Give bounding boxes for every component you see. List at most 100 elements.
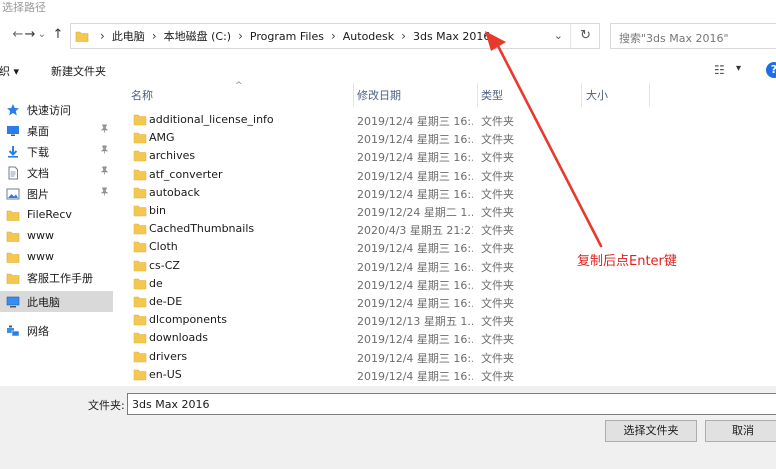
- column-divider[interactable]: [353, 83, 354, 107]
- sidebar-item[interactable]: 图片: [0, 183, 113, 204]
- command-toolbar: 组织 ▾ 新建文件夹 ☷ ▾ ?: [0, 55, 776, 83]
- address-bar[interactable]: › 此电脑 › 本地磁盘 (C:) › Program Files › Autodesk › 3d…: [70, 23, 600, 49]
- sidebar-item-label: 快速访问: [27, 103, 71, 117]
- sidebar-item[interactable]: www: [0, 246, 113, 267]
- file-modified-date: 2019/12/4 星期三 16:...: [357, 297, 473, 310]
- breadcrumb-separator-icon[interactable]: ›: [331, 29, 336, 43]
- table-row[interactable]: bin 2019/12/24 星期二 1... 文件夹: [125, 202, 776, 220]
- refresh-icon[interactable]: ↻: [580, 28, 591, 43]
- sidebar-item-label: www: [27, 229, 54, 242]
- column-divider[interactable]: [581, 83, 582, 107]
- column-header-name[interactable]: 名称: [131, 87, 153, 103]
- sort-ascending-icon: ^: [235, 81, 243, 91]
- organize-button[interactable]: 组织 ▾: [0, 63, 19, 79]
- breadcrumb-item[interactable]: 3ds Max 2016: [413, 30, 490, 43]
- folder-name-input[interactable]: [127, 393, 776, 415]
- table-row[interactable]: archives 2019/12/4 星期三 16:... 文件夹: [125, 147, 776, 165]
- file-name: drivers: [149, 349, 188, 363]
- table-row[interactable]: atf_converter 2019/12/4 星期三 16:... 文件夹: [125, 166, 776, 184]
- file-name: autoback: [149, 185, 200, 199]
- breadcrumb-separator-icon[interactable]: ›: [100, 29, 105, 43]
- file-modified-date: 2019/12/4 星期三 16:...: [357, 260, 473, 274]
- column-divider[interactable]: [477, 83, 478, 107]
- up-arrow-icon[interactable]: ↑: [50, 27, 66, 43]
- search-input[interactable]: 搜索"3ds Max 2016": [610, 23, 776, 49]
- file-list: ^ 名称 修改日期 类型 大小 additional_license_info 2…: [125, 81, 776, 386]
- cancel-button[interactable]: 取消: [705, 420, 776, 442]
- view-options-icon[interactable]: ☷: [714, 63, 725, 77]
- sidebar-item[interactable]: 此电脑: [0, 291, 113, 312]
- select-folder-button[interactable]: 选择文件夹: [605, 420, 697, 442]
- table-row[interactable]: CachedThumbnails 2020/4/3 星期五 21:21 文件夹: [125, 220, 776, 238]
- navigation-bar: ← → ⌄ ↑ › 此电脑 › 本地磁盘 (C:) › Program Files › Aut…: [0, 17, 776, 55]
- sidebar-item-label: 此电脑: [27, 295, 60, 309]
- table-row[interactable]: autoback 2019/12/4 星期三 16:... 文件夹: [125, 184, 776, 202]
- table-row[interactable]: additional_license_info 2019/12/4 星期三 16:…: [125, 111, 776, 129]
- breadcrumb-separator-icon[interactable]: ›: [152, 29, 157, 43]
- sidebar-item[interactable]: 快速访问: [0, 99, 113, 120]
- pin-icon: [100, 187, 109, 199]
- breadcrumb-item[interactable]: 本地磁盘 (C:): [164, 28, 231, 44]
- breadcrumb-separator-icon[interactable]: ›: [401, 29, 406, 43]
- title-bar: 选择路径: [0, 0, 776, 16]
- sidebar-item-label: 桌面: [27, 124, 49, 138]
- file-type: 文件夹: [481, 260, 514, 274]
- file-modified-date: 2019/12/24 星期二 1...: [357, 206, 473, 219]
- file-type: 文件夹: [481, 151, 514, 165]
- help-icon[interactable]: ?: [766, 62, 776, 78]
- folder-icon: [133, 369, 147, 381]
- file-name: additional_license_info: [149, 113, 274, 126]
- folder-icon: [133, 169, 147, 180]
- folder-icon: [133, 278, 147, 290]
- file-name: Cloth: [149, 240, 178, 254]
- file-name: de-DE: [149, 295, 183, 308]
- recent-locations-icon[interactable]: ⌄: [34, 27, 50, 43]
- sidebar-item[interactable]: 桌面: [0, 120, 113, 141]
- breadcrumb: › 此电脑 › 本地磁盘 (C:) › Program Files › Autodesk › 3d…: [93, 24, 490, 48]
- file-name: en-US: [149, 367, 182, 381]
- sidebar-item[interactable]: 下载: [0, 141, 113, 162]
- column-header-modified[interactable]: 修改日期: [357, 87, 401, 103]
- pin-icon: [100, 145, 109, 157]
- file-type: 文件夹: [481, 224, 514, 238]
- desktop-icon: [6, 124, 20, 138]
- breadcrumb-item[interactable]: 此电脑: [112, 28, 145, 44]
- table-row[interactable]: AMG 2019/12/4 星期三 16:... 文件夹: [125, 129, 776, 147]
- sidebar-item[interactable]: FileRecv: [0, 204, 113, 225]
- view-dropdown-icon[interactable]: ▾: [736, 63, 741, 74]
- folder-icon: [133, 114, 147, 126]
- folder-icon: [133, 351, 147, 362]
- column-header-type[interactable]: 类型: [481, 87, 503, 103]
- folder-icon: [133, 205, 147, 217]
- breadcrumb-item[interactable]: Autodesk: [343, 30, 394, 43]
- column-divider[interactable]: [649, 83, 650, 107]
- breadcrumb-item[interactable]: Program Files: [250, 30, 324, 43]
- file-modified-date: 2019/12/4 星期三 16:...: [357, 151, 473, 165]
- table-row[interactable]: Cloth 2019/12/4 星期三 16:... 文件夹: [125, 238, 776, 256]
- sidebar-item[interactable]: www: [0, 225, 113, 246]
- table-row[interactable]: dlcomponents 2019/12/13 星期五 1... 文件夹: [125, 311, 776, 329]
- pin-icon: [100, 124, 109, 136]
- sidebar-item[interactable]: 文档: [0, 162, 113, 183]
- folder-icon: [6, 250, 20, 264]
- new-folder-button[interactable]: 新建文件夹: [51, 63, 106, 79]
- table-row[interactable]: de 2019/12/4 星期三 16:... 文件夹: [125, 275, 776, 293]
- column-header-size[interactable]: 大小: [586, 87, 608, 103]
- table-row[interactable]: downloads 2019/12/4 星期三 16:... 文件夹: [125, 329, 776, 347]
- table-row[interactable]: en-US 2019/12/4 星期三 16:... 文件夹: [125, 366, 776, 384]
- folder-icon: [133, 132, 147, 144]
- table-row[interactable]: drivers 2019/12/4 星期三 16:... 文件夹: [125, 348, 776, 366]
- sidebar-item[interactable]: 客服工作手册: [0, 267, 113, 288]
- address-dropdown-icon[interactable]: ⌄: [554, 29, 563, 42]
- file-type: 文件夹: [481, 315, 514, 329]
- folder-icon: [133, 260, 147, 271]
- pin-icon: [100, 166, 109, 178]
- file-name: bin: [149, 204, 167, 217]
- sidebar-item[interactable]: 网络: [0, 320, 113, 341]
- table-row[interactable]: cs-CZ 2019/12/4 星期三 16:... 文件夹: [125, 257, 776, 275]
- file-name: de: [149, 276, 163, 290]
- sidebar-item-label: 文档: [27, 166, 49, 180]
- table-row[interactable]: de-DE 2019/12/4 星期三 16:... 文件夹: [125, 293, 776, 311]
- breadcrumb-separator-icon[interactable]: ›: [238, 29, 243, 43]
- download-icon: [6, 145, 20, 159]
